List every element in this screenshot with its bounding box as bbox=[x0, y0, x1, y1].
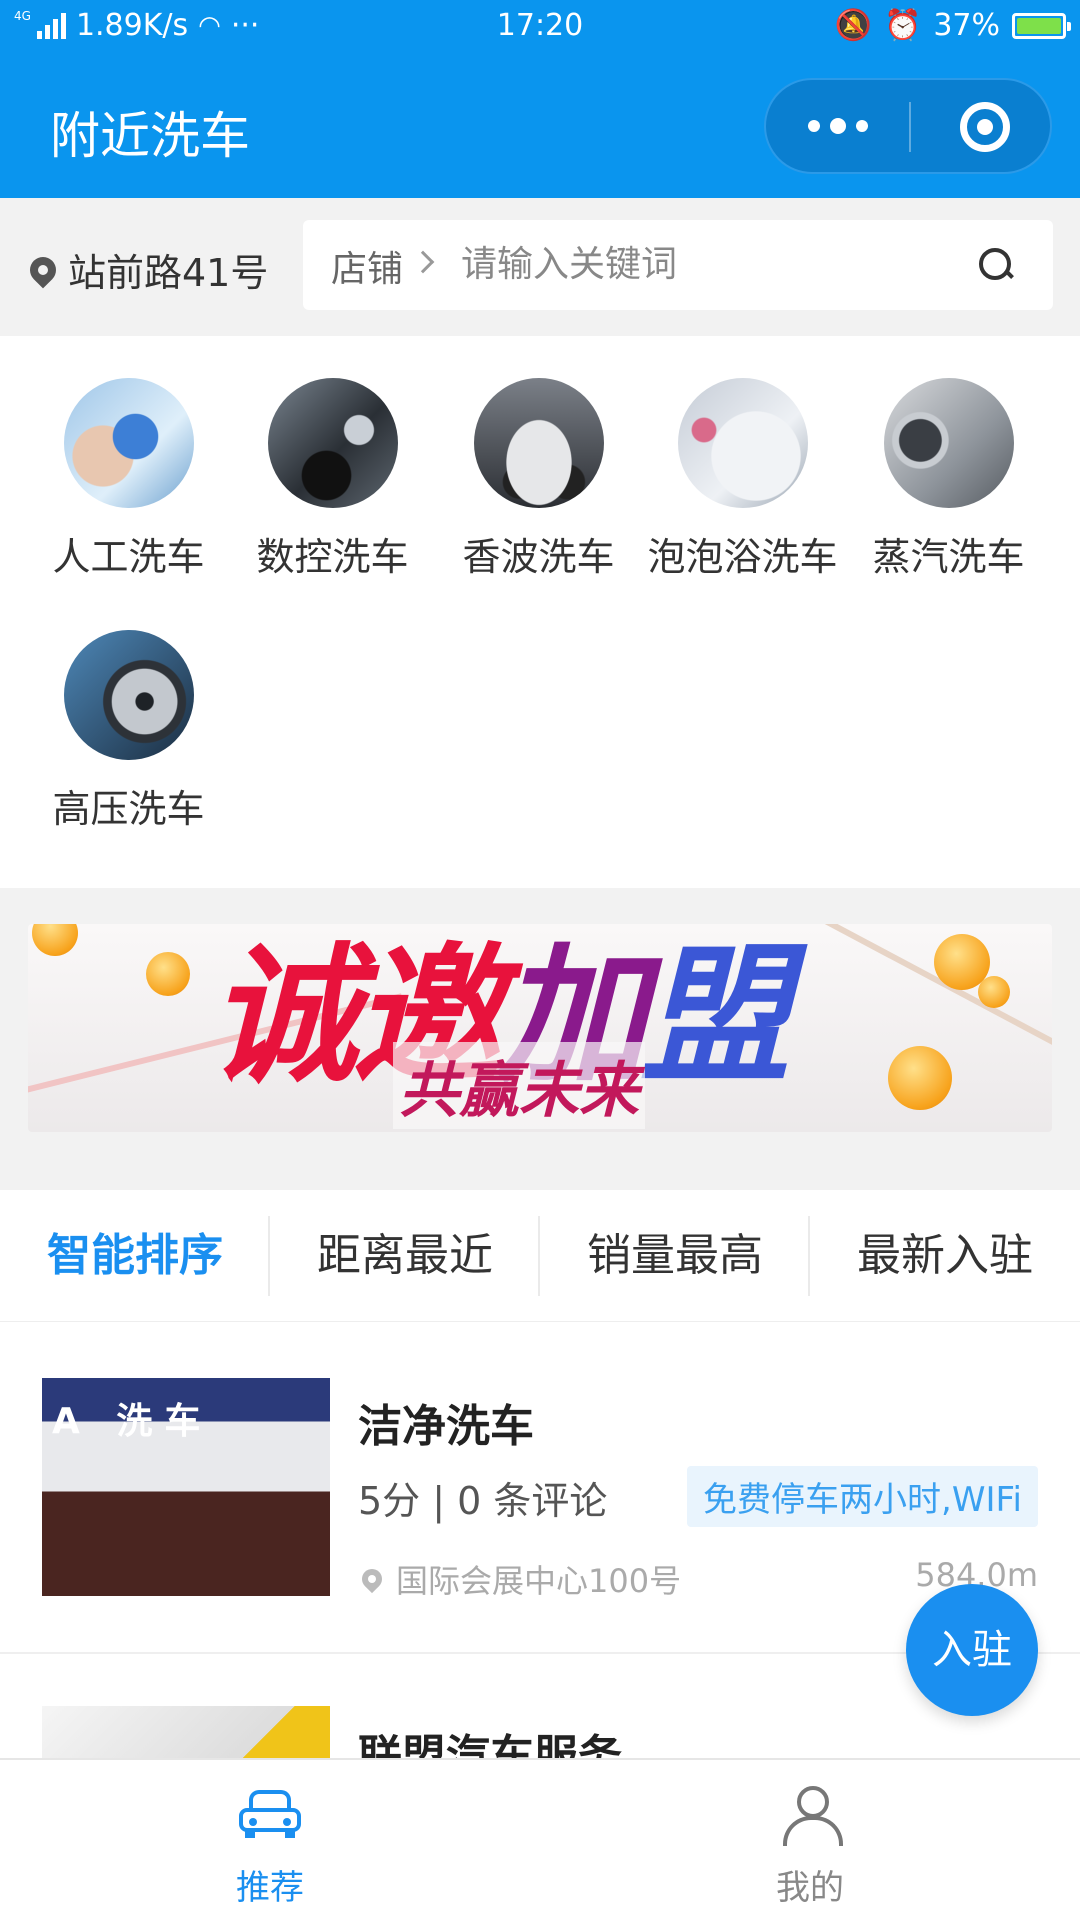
bell-icon: 🔕 bbox=[834, 8, 872, 43]
person-icon bbox=[781, 1786, 843, 1846]
category-label: 香波洗车 bbox=[462, 535, 615, 579]
status-bar: 4G 1.89K/s ◠ ··· 17:20 🔕 ⏰ 37% bbox=[0, 0, 1080, 56]
more-dots-icon[interactable] bbox=[766, 80, 909, 172]
coin-icon bbox=[978, 976, 1010, 1008]
capsule-divider bbox=[909, 102, 911, 152]
search-input[interactable] bbox=[461, 234, 951, 294]
category-steam-wash[interactable]: 蒸汽洗车 bbox=[846, 378, 1051, 581]
target-icon[interactable] bbox=[960, 102, 1010, 152]
category-label: 数控洗车 bbox=[256, 535, 409, 579]
shop-rating: 5分 | 0 条评论 bbox=[358, 1479, 608, 1523]
coin-icon bbox=[32, 924, 78, 956]
shop-list-item[interactable]: A 洗车 洁净洗车 5分 | 0 条评论 免费停车两小时,WIFi 国际会展中心… bbox=[0, 1332, 1080, 1654]
banner-section: 诚邀加盟 共赢未来 bbox=[0, 888, 1080, 1190]
category-thumb bbox=[883, 378, 1014, 508]
car-icon bbox=[239, 1790, 301, 1838]
shop-photo-sign: A 洗车 bbox=[52, 1401, 213, 1442]
tab-top-sales[interactable]: 销量最高 bbox=[540, 1190, 810, 1321]
miniprogram-capsule bbox=[764, 78, 1052, 174]
shop-photo: A 洗车 bbox=[42, 1378, 330, 1596]
category-thumb bbox=[63, 630, 194, 760]
search-scope[interactable]: 店铺 bbox=[331, 240, 403, 292]
location-selector[interactable]: 站前路41号 bbox=[24, 242, 269, 297]
status-right: 🔕 ⏰ 37% bbox=[834, 8, 1071, 43]
category-manual-wash[interactable]: 人工洗车 bbox=[26, 378, 231, 581]
title-bar: 附近洗车 bbox=[0, 56, 1080, 198]
location-pin-icon bbox=[24, 251, 62, 288]
tab-label: 推荐 bbox=[236, 1868, 304, 1908]
sort-tabs: 智能排序 距离最近 销量最高 最新入驻 bbox=[0, 1190, 1080, 1322]
tab-recommend[interactable]: 推荐 bbox=[0, 1760, 540, 1920]
tab-smart-sort[interactable]: 智能排序 bbox=[0, 1190, 270, 1321]
category-label: 蒸汽洗车 bbox=[872, 535, 1025, 579]
category-shampoo-wash[interactable]: 香波洗车 bbox=[436, 378, 641, 581]
location-address: 站前路41号 bbox=[68, 251, 269, 295]
coin-icon bbox=[146, 952, 190, 996]
shop-address-text: 国际会展中心100号 bbox=[396, 1562, 682, 1600]
bottom-tab-bar: 推荐 我的 bbox=[0, 1758, 1080, 1920]
category-cnc-wash[interactable]: 数控洗车 bbox=[230, 378, 435, 581]
category-thumb bbox=[473, 378, 604, 508]
category-bubble-wash[interactable]: 泡泡浴洗车 bbox=[640, 378, 845, 581]
banner-subline: 共赢未来 bbox=[393, 1042, 645, 1129]
battery-percent: 37% bbox=[933, 8, 1000, 43]
page-title: 附近洗车 bbox=[50, 107, 250, 165]
category-label: 高压洗车 bbox=[52, 787, 205, 831]
category-grid: 人工洗车 数控洗车 香波洗车 泡泡浴洗车 蒸汽洗车 高压洗车 bbox=[0, 336, 1080, 888]
shop-address: 国际会展中心100号 bbox=[357, 1556, 682, 1602]
search-icon[interactable] bbox=[977, 246, 1013, 282]
shop-tag: 免费停车两小时,WIFi bbox=[687, 1466, 1038, 1527]
shop-name: 洁净洗车 bbox=[358, 1401, 534, 1452]
coin-icon bbox=[888, 1046, 952, 1110]
battery-icon bbox=[1012, 12, 1071, 39]
alarm-icon: ⏰ bbox=[883, 8, 922, 43]
tab-newest[interactable]: 最新入驻 bbox=[810, 1190, 1080, 1321]
location-pin-icon bbox=[357, 1564, 387, 1594]
tab-mine[interactable]: 我的 bbox=[540, 1760, 1080, 1920]
search-row: 站前路41号 店铺 bbox=[0, 198, 1080, 336]
category-pressure-wash[interactable]: 高压洗车 bbox=[26, 630, 231, 833]
tab-nearest[interactable]: 距离最近 bbox=[270, 1190, 540, 1321]
search-box: 店铺 bbox=[303, 220, 1053, 310]
category-label: 泡泡浴洗车 bbox=[647, 535, 838, 579]
category-thumb bbox=[63, 378, 194, 508]
category-label: 人工洗车 bbox=[52, 535, 205, 579]
category-thumb bbox=[267, 378, 398, 508]
tab-label: 我的 bbox=[776, 1868, 844, 1908]
join-banner[interactable]: 诚邀加盟 共赢未来 bbox=[28, 924, 1052, 1132]
join-button[interactable]: 入驻 bbox=[906, 1584, 1038, 1716]
chevron-right-icon bbox=[411, 250, 435, 274]
category-thumb bbox=[677, 378, 808, 508]
